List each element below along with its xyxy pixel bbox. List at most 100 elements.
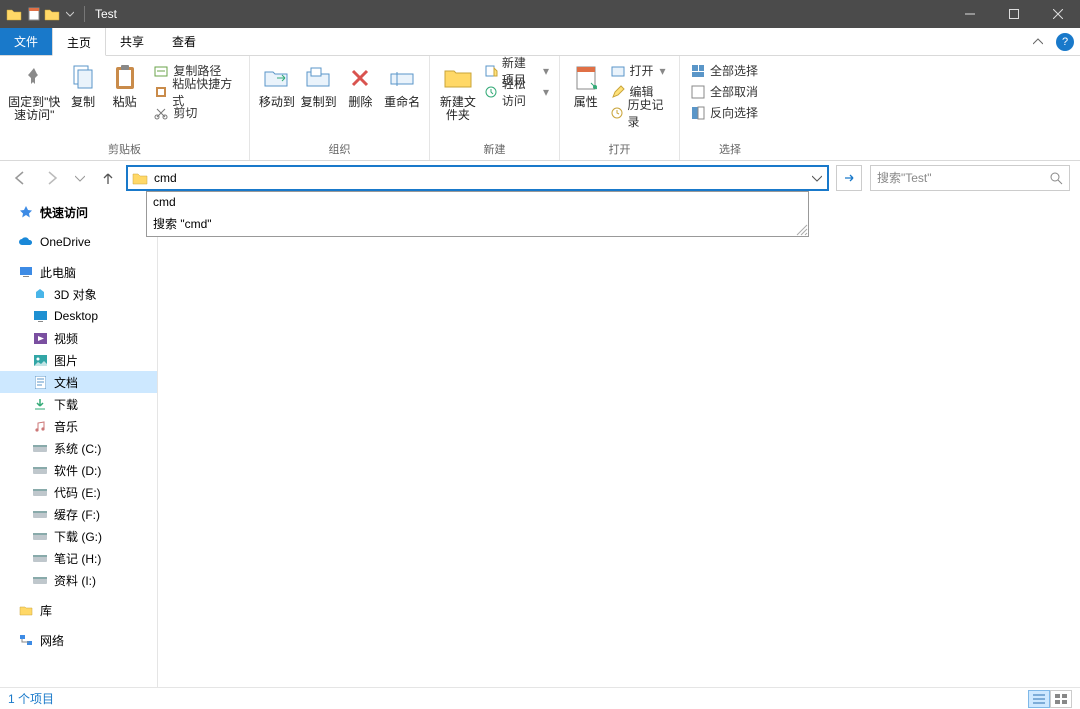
sidebar-item[interactable]: 缓存 (F:): [0, 503, 157, 525]
group-label-select: 选择: [686, 140, 774, 158]
group-select: 全部选择 全部取消 反向选择 选择: [680, 56, 780, 160]
paste-shortcut-button[interactable]: 粘贴快捷方式: [149, 81, 243, 102]
resize-grip-icon[interactable]: [794, 222, 808, 236]
paste-button[interactable]: 粘贴: [104, 60, 145, 109]
sidebar-item[interactable]: 文档: [0, 371, 157, 393]
copy-button[interactable]: 复制: [62, 60, 103, 109]
sidebar-item-icon: [32, 352, 48, 368]
select-all-label: 全部选择: [710, 62, 758, 79]
minimize-button[interactable]: [948, 0, 992, 28]
search-icon[interactable]: [1043, 171, 1069, 185]
view-large-icons-button[interactable]: [1050, 690, 1072, 708]
invert-selection-button[interactable]: 反向选择: [686, 102, 762, 123]
back-button[interactable]: [10, 168, 30, 188]
search-input[interactable]: [871, 171, 1043, 185]
tab-file[interactable]: 文件: [0, 28, 52, 55]
sidebar-item[interactable]: 下载 (G:): [0, 525, 157, 547]
help-button[interactable]: ?: [1056, 33, 1074, 51]
paste-shortcut-icon: [153, 84, 168, 100]
select-all-button[interactable]: 全部选择: [686, 60, 762, 81]
move-to-button[interactable]: 移动到: [256, 60, 298, 109]
sidebar-library[interactable]: 库: [0, 599, 157, 621]
sidebar-label: 此电脑: [40, 264, 76, 281]
close-button[interactable]: [1036, 0, 1080, 28]
sidebar-this-pc[interactable]: 此电脑: [0, 261, 157, 283]
sidebar-item-label: 资料 (I:): [54, 572, 96, 589]
sidebar-item-icon: [32, 396, 48, 412]
sidebar-network[interactable]: 网络: [0, 629, 157, 651]
chevron-down-icon: ▾: [660, 64, 666, 78]
sidebar-item[interactable]: 下载: [0, 393, 157, 415]
sidebar-item[interactable]: 图片: [0, 349, 157, 371]
sidebar-item-label: Desktop: [54, 309, 98, 323]
easy-access-icon: [484, 84, 498, 100]
easy-access-button[interactable]: 轻松访问 ▾: [480, 81, 553, 102]
sidebar-quick-access[interactable]: 快速访问: [0, 201, 157, 223]
search-box: [870, 165, 1070, 191]
maximize-button[interactable]: [992, 0, 1036, 28]
go-refresh-button[interactable]: [836, 165, 862, 191]
address-input[interactable]: [150, 167, 807, 189]
new-folder-button[interactable]: 新建文件夹: [436, 60, 480, 122]
forward-button[interactable]: [42, 168, 62, 188]
sidebar-item[interactable]: 代码 (E:): [0, 481, 157, 503]
view-details-button[interactable]: [1028, 690, 1050, 708]
history-button[interactable]: 历史记录: [606, 102, 673, 123]
sidebar-item-icon: [32, 528, 48, 544]
cut-button[interactable]: 剪切: [149, 102, 243, 123]
invert-label: 反向选择: [710, 104, 758, 121]
sidebar-item[interactable]: 3D 对象: [0, 283, 157, 305]
qat-properties-icon[interactable]: [26, 6, 42, 22]
sidebar-item[interactable]: 笔记 (H:): [0, 547, 157, 569]
cloud-icon: [18, 234, 34, 250]
copy-to-label: 复制到: [301, 96, 337, 109]
delete-button[interactable]: 删除: [340, 60, 382, 109]
sidebar-item-icon: [32, 308, 48, 324]
history-icon: [610, 105, 624, 121]
rename-button[interactable]: 重命名: [381, 60, 423, 109]
sidebar-item-label: 视频: [54, 330, 78, 347]
sidebar-label: 快速访问: [40, 204, 88, 221]
sidebar-item[interactable]: 视频: [0, 327, 157, 349]
copy-to-button[interactable]: 复制到: [298, 60, 340, 109]
qat-new-folder-icon[interactable]: [44, 6, 60, 22]
copy-to-icon: [303, 62, 335, 94]
properties-button[interactable]: 属性: [566, 60, 606, 109]
window-title: Test: [95, 7, 117, 21]
sidebar-item[interactable]: Desktop: [0, 305, 157, 327]
pin-quick-access-button[interactable]: 固定到"快速访问": [6, 60, 62, 122]
sidebar-onedrive[interactable]: OneDrive: [0, 231, 157, 253]
group-clipboard: 固定到"快速访问" 复制 粘贴 复制路径 粘贴快捷方式: [0, 56, 250, 160]
collapse-ribbon-button[interactable]: [1026, 37, 1050, 47]
open-button[interactable]: 打开 ▾: [606, 60, 673, 81]
new-item-icon: [484, 63, 498, 79]
up-button[interactable]: [98, 168, 118, 188]
select-none-button[interactable]: 全部取消: [686, 81, 762, 102]
sidebar-item[interactable]: 软件 (D:): [0, 459, 157, 481]
new-folder-icon: [442, 62, 474, 94]
pc-icon: [18, 264, 34, 280]
pin-label: 固定到"快速访问": [8, 96, 60, 122]
sidebar-item[interactable]: 系统 (C:): [0, 437, 157, 459]
chevron-down-icon: ▾: [543, 85, 549, 99]
address-dropdown-button[interactable]: [807, 173, 827, 183]
suggestion-item[interactable]: cmd: [147, 192, 808, 212]
tab-share[interactable]: 共享: [106, 28, 158, 55]
tab-view[interactable]: 查看: [158, 28, 210, 55]
files-area[interactable]: [158, 195, 1080, 687]
ribbon-tabs: 文件 主页 共享 查看 ?: [0, 28, 1080, 56]
suggestion-item[interactable]: 搜索 "cmd": [147, 212, 808, 235]
sidebar-item[interactable]: 资料 (I:): [0, 569, 157, 591]
tab-home[interactable]: 主页: [52, 28, 106, 56]
group-label-open: 打开: [566, 140, 673, 158]
sidebar-item[interactable]: 音乐: [0, 415, 157, 437]
chevron-down-icon: ▾: [543, 64, 549, 78]
cut-icon: [153, 105, 169, 121]
properties-label: 属性: [574, 96, 598, 109]
qat-dropdown-icon[interactable]: [62, 6, 78, 22]
address-suggestions: cmd 搜索 "cmd": [146, 191, 809, 237]
select-none-icon: [690, 84, 706, 100]
recent-locations-button[interactable]: [74, 168, 86, 188]
delete-icon: [344, 62, 376, 94]
sidebar-item-icon: [32, 462, 48, 478]
